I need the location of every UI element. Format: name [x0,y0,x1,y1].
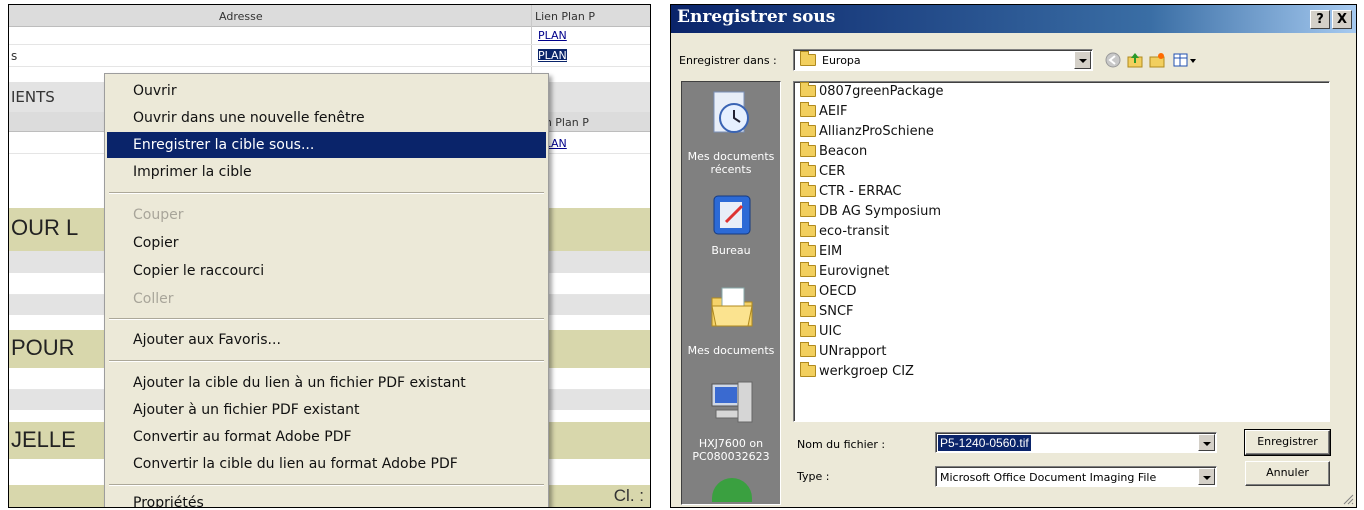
my-documents-icon [711,287,753,327]
menu-item-copy-shortcut[interactable]: Copier le raccourci [107,258,546,284]
list-item[interactable]: DB AG Symposium [800,202,941,219]
list-item[interactable]: OECD [800,282,857,299]
save-in-label: Enregistrer dans : [679,54,777,67]
resize-grip-icon[interactable] [1342,493,1354,505]
list-item[interactable]: AllianzProSchiene [800,122,934,139]
folder-icon [800,202,816,217]
list-item[interactable]: werkgroep CIZ [800,362,914,379]
menu-item-add-target-pdf[interactable]: Ajouter la cible du lien à un fichier PD… [107,370,546,396]
menu-item-convert-target-pdf[interactable]: Convertir la cible du lien au format Ado… [107,451,546,477]
menu-separator [109,318,544,320]
place-label: Mes documents [687,344,775,357]
folder-icon [800,342,816,357]
section-heading: JELLE [11,427,76,452]
menu-item-save-target[interactable]: Enregistrer la cible sous... [107,132,546,158]
menu-separator [109,360,544,362]
filename-input[interactable]: P5-1240-0560.tif [935,432,1217,453]
folder-icon [800,82,816,97]
place-label: Mes documents récents [687,150,775,176]
menu-item-add-favorites[interactable]: Ajouter aux Favoris... [107,327,546,353]
row-text: s [11,49,18,63]
menu-item-copy[interactable]: Copier [107,230,546,256]
new-folder-icon[interactable] [1149,52,1165,68]
folder-icon [800,242,816,257]
list-item[interactable]: CTR - ERRAC [800,182,902,199]
desktop-icon [713,195,751,235]
cl-label: Cl. : [613,486,644,505]
filename-value: P5-1240-0560.tif [938,435,1031,451]
table-header: Adresse Lien Plan P [9,5,650,27]
section-label: IENTS [11,88,55,106]
list-item[interactable]: EIM [800,242,842,259]
type-label: Type : [797,470,830,483]
list-item[interactable]: 0807greenPackage [800,82,944,99]
folder-icon [800,102,816,117]
folder-icon [800,122,816,137]
list-item[interactable]: UIC [800,322,841,339]
close-button[interactable]: X [1332,10,1352,29]
filename-label: Nom du fichier : [797,438,886,451]
table-row: PLAN [9,27,650,45]
menu-item-print-target[interactable]: Imprimer la cible [107,159,546,185]
back-icon[interactable] [1105,52,1121,68]
chevron-down-icon[interactable] [1074,51,1091,69]
column-header-adresse: Adresse [219,10,263,23]
network-icon [712,478,752,502]
context-menu: Ouvrir Ouvrir dans une nouvelle fenêtre … [104,73,549,507]
folder-icon [800,302,816,317]
recent-documents-icon [713,91,749,133]
menu-item-open[interactable]: Ouvrir [107,78,546,104]
folder-icon [800,222,816,237]
folder-icon [800,182,816,197]
list-item[interactable]: SNCF [800,302,854,319]
folder-icon [800,51,816,67]
save-in-dropdown[interactable]: Europa [793,49,1093,71]
save-button[interactable]: Enregistrer [1244,429,1331,456]
chevron-down-icon[interactable] [1198,434,1215,451]
column-header-lien-plan: Lien Plan P [535,10,595,23]
save-as-dialog: Enregistrer sous ? X Enregistrer dans : … [670,4,1357,508]
list-item[interactable]: Beacon [800,142,867,159]
list-item[interactable]: eco-transit [800,222,889,239]
view-menu-icon[interactable] [1173,52,1197,68]
plan-link-selected[interactable]: PLAN [538,49,567,62]
list-item[interactable]: Eurovignet [800,262,889,279]
folder-icon [800,142,816,157]
menu-item-open-new-window[interactable]: Ouvrir dans une nouvelle fenêtre [107,105,546,131]
list-item[interactable]: CER [800,162,845,179]
help-button[interactable]: ? [1310,10,1330,29]
menu-item-convert-pdf[interactable]: Convertir au format Adobe PDF [107,424,546,450]
computer-icon [711,381,753,423]
menu-separator [109,192,544,194]
list-item[interactable]: UNrapport [800,342,886,359]
folder-icon [800,162,816,177]
dialog-titlebar[interactable]: Enregistrer sous ? X [671,5,1356,33]
plan-link[interactable]: PLAN [538,29,567,42]
dialog-title: Enregistrer sous [677,7,836,27]
menu-separator [109,484,544,486]
table-row: s PLAN [9,45,650,67]
file-type-select[interactable]: Microsoft Office Document Imaging File [935,466,1217,487]
folder-icon [800,362,816,377]
menu-item-properties[interactable]: Propriétés [107,490,546,507]
file-type-value: Microsoft Office Document Imaging File [940,471,1157,484]
folder-list[interactable]: 0807greenPackage AEIF AllianzProSchiene … [793,81,1330,422]
section-heading: POUR [11,335,75,360]
save-in-value: Europa [822,54,861,67]
browser-page: Adresse Lien Plan P PLAN s PLAN IENTS ie… [8,4,651,508]
place-label: HXJ7600 on PC080032623 [692,437,770,463]
place-label: Bureau [711,244,751,257]
up-folder-icon[interactable] [1127,52,1143,68]
menu-item-add-to-pdf[interactable]: Ajouter à un fichier PDF existant [107,397,546,423]
chevron-down-icon[interactable] [1198,468,1215,485]
folder-icon [800,262,816,277]
menu-item-paste[interactable]: Coller [107,286,546,312]
section-heading: OUR L [11,215,79,240]
folder-icon [800,322,816,337]
places-bar: Mes documents récents Bureau Mes documen… [681,81,781,505]
list-item[interactable]: AEIF [800,102,847,119]
menu-item-cut[interactable]: Couper [107,202,546,228]
cancel-button[interactable]: Annuler [1245,461,1330,486]
folder-icon [800,282,816,297]
